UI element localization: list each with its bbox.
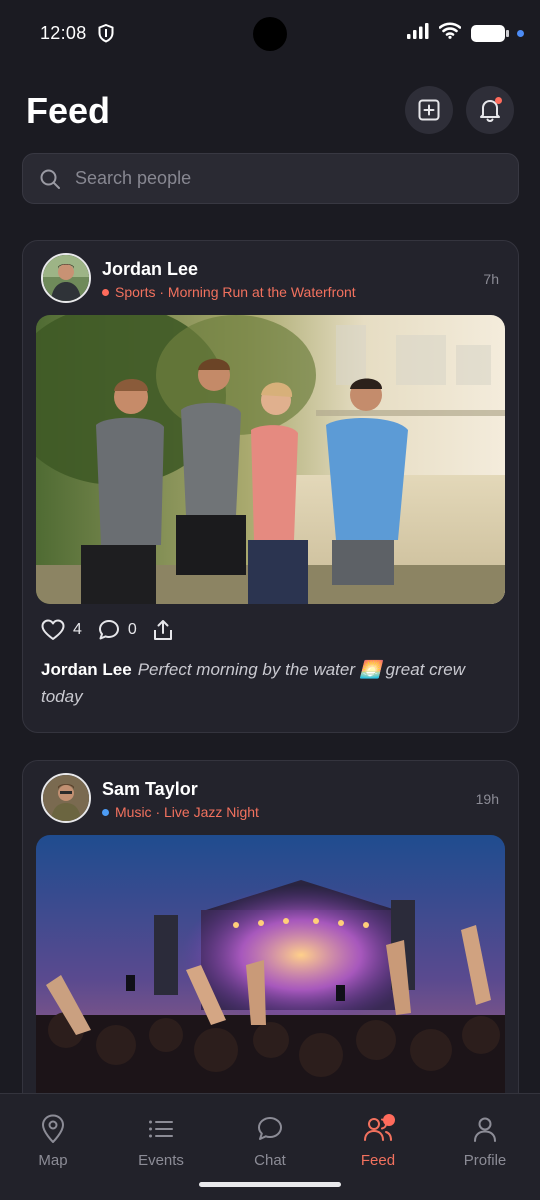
post-time: 7h (483, 271, 499, 287)
camera-cutout (253, 17, 287, 51)
post-event-meta[interactable]: Sports · Morning Run at the Waterfront (102, 284, 356, 300)
wifi-icon (438, 22, 462, 44)
search-icon (40, 169, 60, 189)
signal-icon (407, 22, 429, 44)
header: Feed (0, 84, 540, 136)
nav-item-chat[interactable]: Chat (225, 1114, 315, 1169)
status-time: 12:08 (40, 23, 87, 43)
search-input[interactable] (75, 168, 475, 189)
avatar[interactable] (41, 773, 91, 823)
post-card[interactable]: Sam Taylor Music · Live Jazz Night 19h (22, 760, 519, 1093)
post-meta-text: Sports · Morning Run at the Waterfront (115, 284, 356, 300)
caption-author[interactable]: Jordan Lee (41, 660, 132, 679)
post-author[interactable]: Jordan Lee (102, 259, 198, 280)
feed-list[interactable]: Jordan Lee Sports · Morning Run at the W… (22, 240, 519, 1093)
add-post-button[interactable] (405, 86, 453, 134)
share-button[interactable] (153, 619, 181, 641)
nav-label: Feed (360, 1152, 396, 1169)
shield-icon (98, 23, 114, 48)
post-meta-text: Music · Live Jazz Night (115, 804, 259, 820)
home-indicator (199, 1182, 341, 1187)
nav-item-events[interactable]: Events (116, 1114, 206, 1169)
like-button[interactable]: 4 (41, 619, 82, 641)
like-count: 4 (73, 621, 82, 638)
comment-count: 0 (127, 621, 137, 638)
nav-label: Profile (463, 1152, 507, 1169)
avatar[interactable] (41, 253, 91, 303)
comment-button[interactable]: 0 (98, 619, 137, 641)
nav-label: Chat (254, 1152, 286, 1169)
feed-notification-badge (383, 1114, 395, 1126)
post-caption: Jordan Lee Perfect morning by the water 🌅… (23, 656, 518, 732)
notification-badge (495, 97, 502, 104)
page-title: Feed (26, 90, 111, 131)
post-image[interactable] (36, 315, 505, 604)
post-card[interactable]: Jordan Lee Sports · Morning Run at the W… (22, 240, 519, 733)
search-bar[interactable] (22, 153, 519, 204)
battery-icon (471, 24, 509, 42)
privacy-indicator-dot (517, 29, 524, 37)
post-event-meta[interactable]: Music · Live Jazz Night (102, 804, 259, 820)
comment-icon (98, 620, 119, 640)
add-post-icon (418, 99, 440, 121)
nav-label: Map (38, 1152, 68, 1169)
post-time: 19h (475, 791, 499, 807)
notifications-button[interactable] (466, 86, 514, 134)
map-pin-icon (42, 1114, 64, 1143)
nav-item-map[interactable]: Map (8, 1114, 98, 1169)
chat-bubble-icon (258, 1117, 282, 1140)
nav-label: Events (138, 1152, 184, 1169)
post-header: Jordan Lee Sports · Morning Run at the W… (23, 241, 518, 315)
post-image[interactable] (36, 835, 505, 1093)
list-icon (149, 1120, 173, 1138)
category-dot (102, 808, 109, 816)
post-actions: 4 0 (23, 604, 518, 656)
status-icons (407, 22, 524, 44)
category-dot (102, 288, 109, 296)
heart-icon (41, 619, 65, 640)
nav-item-profile[interactable]: Profile (440, 1114, 530, 1169)
nav-item-feed[interactable]: Feed (333, 1114, 423, 1169)
post-author[interactable]: Sam Taylor (102, 779, 198, 800)
person-icon (474, 1117, 496, 1142)
share-icon (153, 620, 172, 640)
status-bar: 12:08 (0, 0, 540, 66)
post-header: Sam Taylor Music · Live Jazz Night 19h (23, 761, 518, 835)
